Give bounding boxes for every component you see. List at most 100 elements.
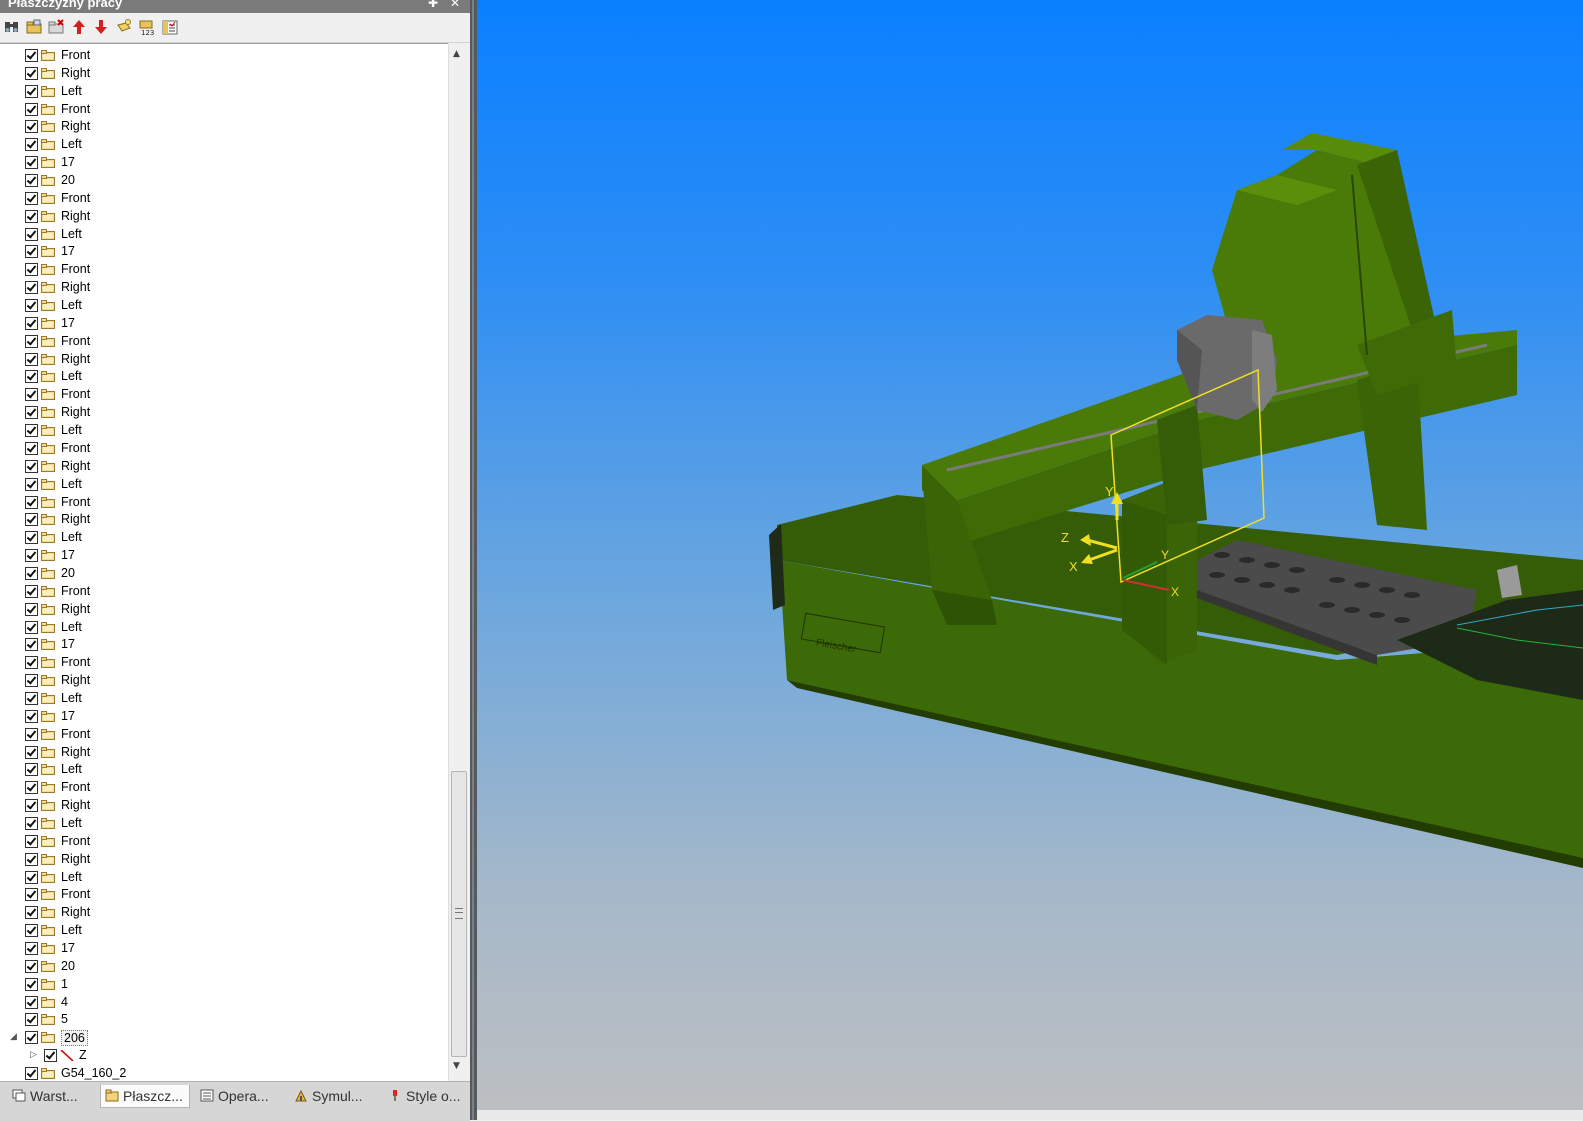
expand-arrow-icon[interactable]: ▷ — [30, 1050, 37, 1060]
tree-item[interactable]: Left — [0, 226, 448, 244]
visibility-checkbox[interactable] — [25, 406, 38, 419]
tree-item[interactable]: Right — [0, 279, 448, 297]
tree-item[interactable]: 17 — [0, 154, 448, 172]
visibility-checkbox[interactable] — [25, 1067, 38, 1080]
visibility-checkbox[interactable] — [25, 317, 38, 330]
tree-item[interactable]: Right — [0, 672, 448, 690]
3d-viewport[interactable]: Fleischer Y Z X Y X — [477, 0, 1583, 1110]
tree-item[interactable]: Right — [0, 511, 448, 529]
tree-scrollbar[interactable]: ▲ ▼ — [448, 44, 469, 1080]
visibility-checkbox[interactable] — [25, 621, 38, 634]
visibility-checkbox[interactable] — [25, 281, 38, 294]
tree-item[interactable]: Left — [0, 83, 448, 101]
work-planes-tree[interactable]: Front Right Left Front Right Left 17 20 Front Rig… — [0, 43, 448, 1081]
tree-item[interactable]: 17 — [0, 636, 448, 654]
visibility-checkbox[interactable] — [25, 692, 38, 705]
tree-item[interactable]: Front — [0, 654, 448, 672]
visibility-checkbox[interactable] — [25, 353, 38, 366]
tree-item[interactable]: Left — [0, 136, 448, 154]
visibility-checkbox[interactable] — [25, 85, 38, 98]
tree-item[interactable]: 20 — [0, 958, 448, 976]
visibility-checkbox[interactable] — [25, 67, 38, 80]
binoculars-icon[interactable] — [3, 18, 21, 36]
tree-item[interactable]: Right — [0, 601, 448, 619]
visibility-checkbox[interactable] — [25, 496, 38, 509]
visibility-checkbox[interactable] — [25, 174, 38, 187]
visibility-checkbox[interactable] — [25, 978, 38, 991]
visibility-checkbox[interactable] — [25, 103, 38, 116]
tree-item[interactable]: Front — [0, 440, 448, 458]
tree-item[interactable]: 20 — [0, 565, 448, 583]
visibility-checkbox[interactable] — [25, 817, 38, 830]
visibility-checkbox[interactable] — [44, 1049, 57, 1062]
tree-item[interactable]: Front — [0, 101, 448, 119]
visibility-checkbox[interactable] — [25, 49, 38, 62]
tree-item[interactable]: 17 — [0, 940, 448, 958]
tree-item[interactable]: Front — [0, 779, 448, 797]
visibility-checkbox[interactable] — [25, 549, 38, 562]
tree-item[interactable]: Left — [0, 368, 448, 386]
tree-item[interactable]: Right — [0, 744, 448, 762]
visibility-checkbox[interactable] — [25, 370, 38, 383]
visibility-checkbox[interactable] — [25, 478, 38, 491]
tree-item[interactable]: Right — [0, 904, 448, 922]
tree-item[interactable]: 4 — [0, 994, 448, 1012]
tab-operations[interactable]: Opera... — [196, 1085, 296, 1107]
tree-item[interactable]: Front — [0, 333, 448, 351]
close-icon[interactable]: ✕ — [450, 0, 460, 10]
visibility-checkbox[interactable] — [25, 871, 38, 884]
tree-item[interactable]: Left — [0, 422, 448, 440]
properties-icon[interactable] — [161, 18, 179, 36]
tree-item[interactable]: Right — [0, 118, 448, 136]
arrow-up-icon[interactable] — [70, 18, 88, 36]
visibility-checkbox[interactable] — [25, 138, 38, 151]
tree-item[interactable]: ◢ 206 — [0, 1029, 448, 1047]
visibility-checkbox[interactable] — [25, 835, 38, 848]
visibility-checkbox[interactable] — [25, 335, 38, 348]
plane-new-icon[interactable] — [115, 18, 133, 36]
tree-item[interactable]: ▷ Z — [0, 1047, 448, 1065]
tree-item[interactable]: Left — [0, 815, 448, 833]
tree-item[interactable]: Left — [0, 529, 448, 547]
visibility-checkbox[interactable] — [25, 513, 38, 526]
tree-item[interactable]: Right — [0, 351, 448, 369]
tree-item[interactable]: Right — [0, 797, 448, 815]
visibility-checkbox[interactable] — [25, 674, 38, 687]
visibility-checkbox[interactable] — [25, 924, 38, 937]
visibility-checkbox[interactable] — [25, 942, 38, 955]
visibility-checkbox[interactable] — [25, 853, 38, 866]
visibility-checkbox[interactable] — [25, 210, 38, 223]
tree-item[interactable]: Left — [0, 619, 448, 637]
tree-item[interactable]: Left — [0, 690, 448, 708]
tree-item[interactable]: Front — [0, 886, 448, 904]
visibility-checkbox[interactable] — [25, 245, 38, 258]
tree-item[interactable]: G54_160_2 — [0, 1065, 448, 1081]
tree-item[interactable]: Left — [0, 297, 448, 315]
scroll-down-arrow-icon[interactable]: ▼ — [453, 1061, 460, 1071]
tree-item[interactable]: 17 — [0, 708, 448, 726]
visibility-checkbox[interactable] — [25, 442, 38, 455]
visibility-checkbox[interactable] — [25, 120, 38, 133]
tree-item[interactable]: Left — [0, 476, 448, 494]
visibility-checkbox[interactable] — [25, 156, 38, 169]
tree-item[interactable]: Left — [0, 869, 448, 887]
tree-item[interactable]: Front — [0, 833, 448, 851]
visibility-checkbox[interactable] — [25, 728, 38, 741]
folder-delete-icon[interactable] — [47, 18, 65, 36]
visibility-checkbox[interactable] — [25, 799, 38, 812]
tab-layers[interactable]: Warst... — [8, 1085, 110, 1107]
visibility-checkbox[interactable] — [25, 746, 38, 759]
tree-item[interactable]: 5 — [0, 1011, 448, 1029]
tree-item[interactable]: Left — [0, 761, 448, 779]
tree-item[interactable]: Front — [0, 261, 448, 279]
visibility-checkbox[interactable] — [25, 906, 38, 919]
visibility-checkbox[interactable] — [25, 299, 38, 312]
visibility-checkbox[interactable] — [25, 710, 38, 723]
panel-splitter[interactable] — [470, 0, 477, 1120]
tree-item[interactable]: Front — [0, 386, 448, 404]
tab-work-planes[interactable]: Płaszcz... — [100, 1085, 190, 1108]
tree-item[interactable]: Right — [0, 208, 448, 226]
tab-simulation[interactable]: Symul... — [290, 1085, 388, 1107]
visibility-checkbox[interactable] — [25, 585, 38, 598]
visibility-checkbox[interactable] — [25, 603, 38, 616]
